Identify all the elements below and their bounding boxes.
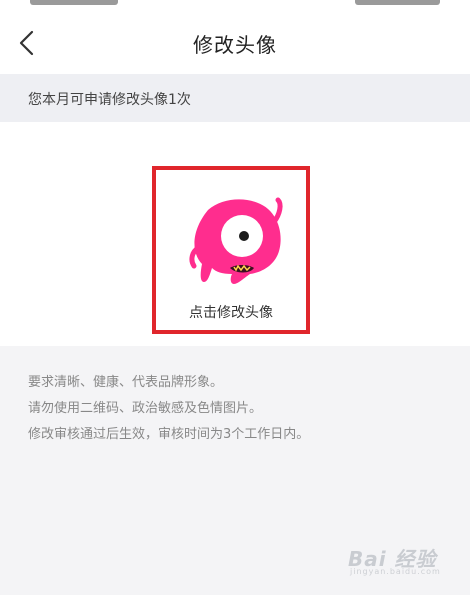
baidu-jingyan-watermark: Bai 经验 jingyan.baidu.com	[344, 539, 454, 579]
rule-line: 请勿使用二维码、政治敏感及色情图片。	[28, 401, 263, 416]
page-title: 修改头像	[193, 33, 277, 57]
quota-hint-text: 您本月可申请修改头像1次	[28, 92, 191, 108]
avatar-section: 点击修改头像	[0, 122, 470, 346]
navigation-bar: 修改头像	[0, 10, 470, 74]
avatar-image	[189, 197, 283, 284]
rule-line: 要求清晰、健康、代表品牌形象。	[28, 375, 224, 390]
watermark-subtext: jingyan.baidu.com	[350, 567, 441, 576]
rule-line: 修改审核通过后生效，审核时间为3个工作日内。	[28, 427, 310, 442]
change-avatar-label: 点击修改头像	[189, 305, 273, 321]
change-avatar-button[interactable]: 点击修改头像	[152, 166, 310, 334]
status-bar-right-icons	[355, 0, 440, 5]
quota-hint-bar: 您本月可申请修改头像1次	[0, 74, 470, 122]
status-bar	[0, 0, 470, 10]
avatar-rules: 要求清晰、健康、代表品牌形象。 请勿使用二维码、政治敏感及色情图片。 修改审核通…	[28, 370, 309, 448]
status-bar-left-icons	[30, 0, 118, 5]
